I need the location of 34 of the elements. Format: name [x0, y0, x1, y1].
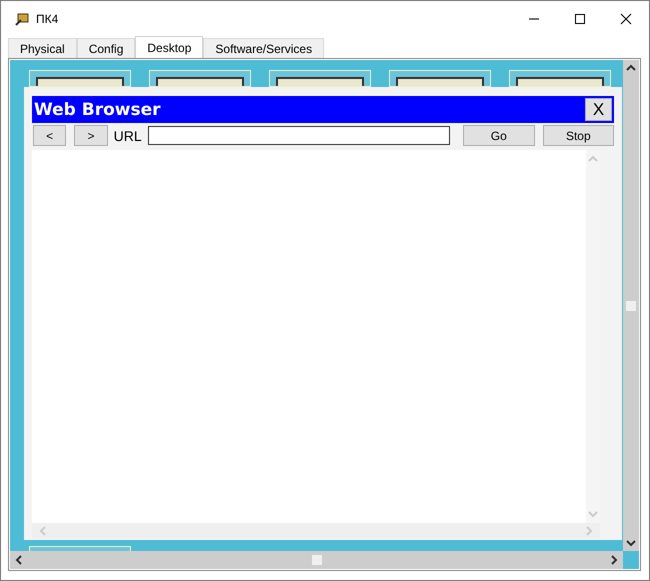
window-title: Web Browser [33, 100, 162, 120]
app-icon[interactable] [509, 70, 611, 87]
scroll-up-icon [625, 63, 637, 73]
back-button[interactable]: < [33, 125, 66, 146]
horizontal-scrollbar[interactable] [10, 551, 623, 569]
scrollbar-corner [623, 551, 639, 569]
scroll-left-icon [14, 554, 24, 566]
url-label: URL [114, 128, 142, 144]
app-icon[interactable] [269, 70, 371, 87]
vertical-scrollbar[interactable] [623, 60, 639, 551]
maximize-icon[interactable] [574, 13, 586, 25]
tab[interactable]: Config [76, 38, 136, 58]
close-button[interactable]: X [585, 98, 612, 121]
scroll-down-icon [587, 509, 599, 519]
tab[interactable]: Physical [8, 38, 77, 58]
tab[interactable]: Software/Services [203, 38, 324, 58]
scroll-thumb[interactable] [312, 555, 322, 565]
app-icon[interactable] [29, 70, 131, 87]
tab[interactable]: Desktop [135, 36, 204, 58]
scroll-up-icon [587, 154, 599, 164]
scroll-thumb[interactable] [626, 300, 636, 310]
scroll-right-icon [584, 524, 594, 536]
forward-button[interactable]: > [74, 125, 108, 146]
url-field[interactable] [148, 126, 450, 145]
horizontal-scrollbar[interactable] [32, 523, 600, 538]
stop-button[interactable]: Stop [542, 125, 614, 146]
window-title: ПК4 [36, 12, 60, 26]
close-icon[interactable] [620, 13, 632, 25]
go-button[interactable]: Go [463, 125, 535, 146]
scroll-down-icon [625, 538, 637, 548]
scroll-left-icon [38, 524, 48, 536]
app-icon[interactable] [149, 70, 251, 87]
app-icon[interactable] [389, 70, 491, 87]
scroll-right-icon [609, 554, 619, 566]
